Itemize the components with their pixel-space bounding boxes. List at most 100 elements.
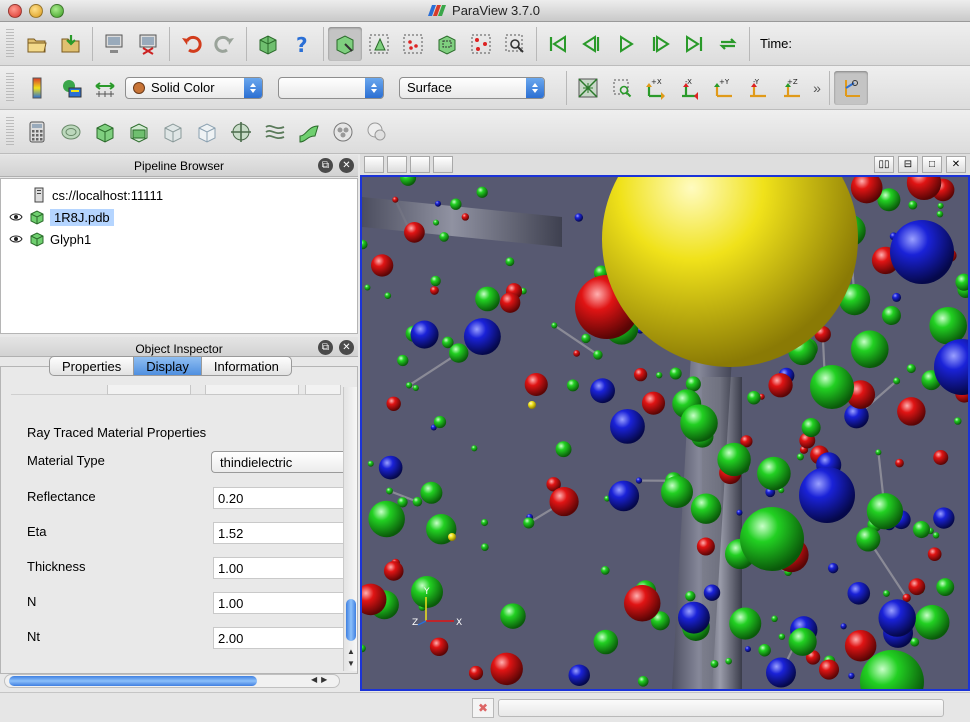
capture-image-button[interactable] — [364, 156, 384, 173]
next-frame-button[interactable] — [643, 27, 677, 61]
toolbar-grip[interactable] — [6, 28, 14, 59]
view-plus-x-button[interactable]: +X — [639, 71, 673, 105]
rescale-range-button[interactable] — [88, 71, 122, 105]
export-icon — [259, 34, 277, 55]
toolbar-overflow-icon[interactable]: » — [809, 80, 825, 96]
select-points-button[interactable] — [396, 27, 430, 61]
view-settings-button[interactable] — [433, 156, 453, 173]
view-plus-y-button[interactable]: +Y — [707, 71, 741, 105]
panel-header-buttons: ⧉ ✕ — [318, 340, 354, 355]
eye-icon[interactable] — [9, 234, 23, 244]
reflectance-field[interactable]: 0.20 — [213, 487, 343, 509]
connect-button[interactable] — [97, 27, 131, 61]
tab-information[interactable]: Information — [200, 356, 292, 376]
extract-subset-button[interactable] — [190, 115, 224, 149]
float-panel-icon[interactable]: ⧉ — [318, 158, 333, 173]
abort-button[interactable]: ✖ — [472, 698, 494, 718]
scroll-up-icon[interactable]: ▲ — [347, 647, 355, 656]
section-title: Ray Traced Material Properties — [27, 425, 207, 440]
view-plus-z-button[interactable]: +Z — [775, 71, 809, 105]
split-vertical-button[interactable]: ⊟ — [898, 156, 918, 173]
toolbar-grip[interactable] — [6, 116, 14, 147]
server-item[interactable]: cs://localhost:11111 — [31, 185, 163, 205]
export-button[interactable] — [251, 27, 285, 61]
previous-frame-button[interactable] — [575, 27, 609, 61]
material-type-select[interactable]: thindielectric — [211, 451, 345, 473]
loop-button[interactable] — [711, 27, 745, 61]
color-legend-icon — [32, 77, 42, 98]
stream-tracer-button[interactable] — [258, 115, 292, 149]
pipeline-item-glyph1[interactable]: Glyph1 — [9, 229, 91, 249]
zoom-box-icon — [505, 34, 524, 53]
representation-select[interactable]: Surface — [399, 76, 545, 99]
save-button[interactable] — [54, 27, 88, 61]
select-block-button[interactable] — [464, 27, 498, 61]
zoom-window-button[interactable] — [50, 4, 64, 18]
undo-button[interactable] — [174, 27, 208, 61]
float-panel-icon[interactable]: ⧉ — [318, 340, 333, 355]
nt-field[interactable]: 2.00 — [213, 627, 343, 649]
n-label: N — [27, 594, 37, 609]
first-frame-button[interactable] — [541, 27, 575, 61]
zoom-box-button[interactable] — [498, 27, 532, 61]
tab-display[interactable]: Display — [133, 356, 202, 376]
minimize-window-button[interactable] — [29, 4, 43, 18]
redo-button[interactable] — [208, 27, 242, 61]
last-frame-button[interactable] — [677, 27, 711, 61]
server-label: cs://localhost:11111 — [52, 187, 164, 203]
interact-button[interactable] — [328, 26, 362, 61]
slice-button[interactable] — [122, 115, 156, 149]
extract-level-button[interactable] — [360, 115, 394, 149]
inspector-vertical-scrollbar[interactable]: ▲ ▼ — [343, 387, 357, 671]
separator — [169, 26, 170, 61]
threshold-button[interactable] — [156, 115, 190, 149]
pipeline-item-1r8j[interactable]: 1R8J.pdb — [9, 207, 114, 227]
reset-camera-icon — [578, 77, 598, 98]
split-horizontal-button[interactable]: ▯▯ — [874, 156, 894, 173]
clip-button[interactable] — [88, 115, 122, 149]
horizontal-scroll-arrows-icon[interactable]: ◀▶ — [311, 675, 331, 684]
toolbar-grip[interactable] — [6, 72, 14, 103]
server-icon — [34, 187, 44, 203]
contour-button[interactable] — [54, 115, 88, 149]
view-minus-y-button[interactable]: -Y — [741, 71, 775, 105]
color-by-select[interactable]: Solid Color — [125, 76, 263, 99]
close-panel-icon[interactable]: ✕ — [339, 340, 354, 355]
disconnect-button[interactable] — [131, 27, 165, 61]
render-view[interactable]: Y X Z — [360, 175, 970, 691]
inspector-horizontal-scrollbar[interactable]: ◀▶ — [4, 674, 340, 688]
n-field[interactable]: 1.00 — [213, 592, 343, 614]
camera-undo-button[interactable] — [387, 156, 407, 173]
play-button[interactable] — [609, 27, 643, 61]
redo-icon — [214, 35, 234, 53]
camera-redo-button[interactable] — [410, 156, 430, 173]
maximize-view-button[interactable]: □ — [922, 156, 942, 173]
close-view-button[interactable]: ✕ — [946, 156, 966, 173]
open-button[interactable] — [20, 27, 54, 61]
close-panel-icon[interactable]: ✕ — [339, 158, 354, 173]
select-cells-button[interactable] — [362, 27, 396, 61]
horizontal-scroll-thumb[interactable] — [9, 676, 257, 686]
center-axes-button[interactable] — [834, 70, 868, 105]
warp-button[interactable] — [292, 115, 326, 149]
help-button[interactable]: ? — [285, 27, 319, 61]
eye-icon[interactable] — [9, 212, 23, 222]
calculator-button[interactable] — [20, 115, 54, 149]
view-minus-x-button[interactable]: -X — [673, 71, 707, 105]
select-frustum-button[interactable] — [430, 27, 464, 61]
scroll-down-icon[interactable]: ▼ — [347, 659, 355, 668]
component-select[interactable] — [278, 76, 384, 99]
edit-color-map-button[interactable] — [54, 71, 88, 105]
eta-field[interactable]: 1.52 — [213, 522, 343, 544]
dropdown-arrow-icon — [526, 77, 544, 98]
vertical-scroll-thumb[interactable] — [346, 599, 356, 641]
reset-camera-button[interactable] — [571, 71, 605, 105]
zoom-to-box-button[interactable] — [605, 71, 639, 105]
group-datasets-button[interactable] — [326, 115, 360, 149]
thickness-field[interactable]: 1.00 — [213, 557, 343, 579]
tab-properties[interactable]: Properties — [49, 356, 135, 376]
toggle-color-legend-button[interactable] — [20, 71, 54, 105]
molecule-render[interactable]: Y X Z — [362, 177, 968, 689]
close-window-button[interactable] — [8, 4, 22, 18]
glyph-button[interactable] — [224, 115, 258, 149]
